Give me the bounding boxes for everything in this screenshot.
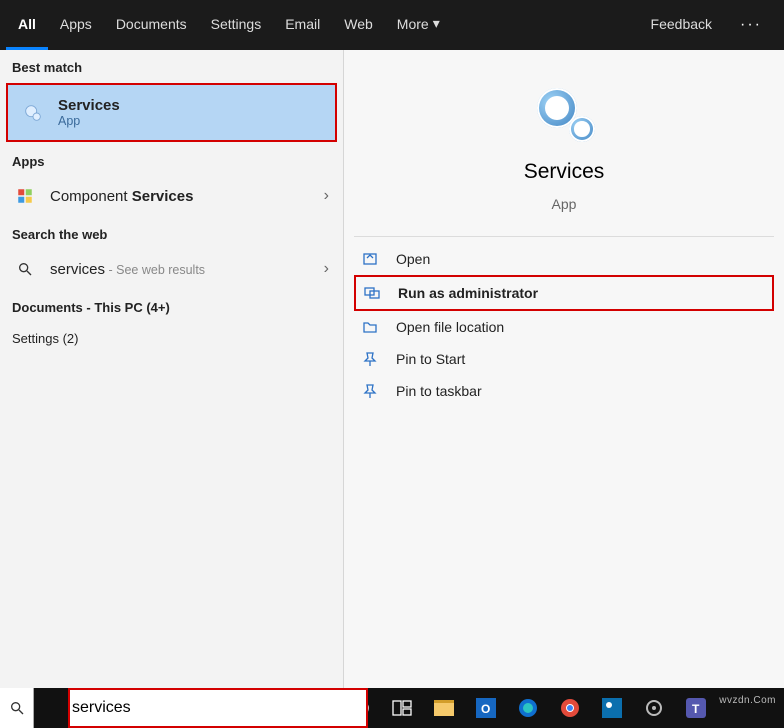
- divider: [354, 236, 774, 237]
- file-explorer-icon[interactable]: [424, 688, 464, 728]
- action-open-file-location[interactable]: Open file location: [354, 311, 774, 343]
- result-services-app[interactable]: Services App: [6, 83, 337, 142]
- tab-apps[interactable]: Apps: [48, 0, 104, 50]
- search-icon: [14, 258, 36, 280]
- chevron-right-icon: ›: [324, 187, 329, 205]
- component-icon: [14, 185, 36, 207]
- best-match-label: Best match: [0, 50, 343, 81]
- result-web-services[interactable]: services - See web results ›: [0, 248, 343, 290]
- action-run-as-administrator[interactable]: Run as administrator: [354, 275, 774, 311]
- action-open[interactable]: Open: [354, 243, 774, 275]
- services-app-icon: [529, 84, 599, 144]
- results-panel: Best match Services App Apps Component S…: [0, 50, 344, 728]
- tab-web[interactable]: Web: [332, 0, 385, 50]
- result-subtitle: App: [58, 114, 120, 128]
- more-label: More: [397, 16, 429, 32]
- open-icon: [362, 251, 380, 267]
- component-prefix: Component: [50, 188, 132, 205]
- action-label: Run as administrator: [398, 285, 538, 301]
- action-label: Pin to Start: [396, 351, 465, 367]
- tab-all[interactable]: All: [6, 0, 48, 50]
- tab-email[interactable]: Email: [273, 0, 332, 50]
- details-title: Services: [524, 160, 605, 184]
- outlook-icon[interactable]: O: [466, 688, 506, 728]
- chevron-right-icon: ›: [324, 260, 329, 278]
- action-pin-to-taskbar[interactable]: Pin to taskbar: [354, 375, 774, 407]
- photos-icon[interactable]: [592, 688, 632, 728]
- details-panel: Services App Open Run as administrator: [344, 50, 784, 728]
- watermark: wvzdn.Com: [719, 695, 776, 706]
- teams-icon[interactable]: T: [676, 688, 716, 728]
- tab-settings[interactable]: Settings: [199, 0, 274, 50]
- svg-text:T: T: [692, 702, 700, 716]
- edge-icon[interactable]: [508, 688, 548, 728]
- pin-icon: [362, 383, 380, 399]
- result-title: Services: [58, 97, 120, 114]
- folder-icon: [362, 319, 380, 335]
- documents-label[interactable]: Documents - This PC (4+): [0, 290, 343, 321]
- details-subtitle: App: [552, 196, 577, 212]
- admin-icon: [364, 285, 382, 301]
- settings-icon[interactable]: [634, 688, 674, 728]
- action-label: Open file location: [396, 319, 504, 335]
- start-button-area[interactable]: [0, 688, 34, 728]
- action-label: Open: [396, 251, 430, 267]
- caret-down-icon: ▾: [433, 15, 440, 32]
- svg-text:O: O: [481, 702, 490, 716]
- web-suffix: - See web results: [105, 263, 205, 277]
- search-input[interactable]: [70, 690, 366, 726]
- more-options-button[interactable]: ···: [724, 16, 778, 34]
- chrome-icon[interactable]: [550, 688, 590, 728]
- search-filter-tabs: All Apps Documents Settings Email Web Mo…: [0, 0, 784, 50]
- tab-documents[interactable]: Documents: [104, 0, 199, 50]
- web-term: services: [50, 261, 105, 278]
- pin-icon: [362, 351, 380, 367]
- tab-more[interactable]: More ▾: [385, 0, 452, 50]
- search-web-label: Search the web: [0, 217, 343, 248]
- taskbar-search-box[interactable]: [70, 690, 366, 726]
- gear-icon: [22, 102, 44, 124]
- settings-results-label[interactable]: Settings (2): [0, 321, 343, 352]
- result-component-services[interactable]: Component Services ›: [0, 175, 343, 217]
- action-label: Pin to taskbar: [396, 383, 482, 399]
- apps-label: Apps: [0, 144, 343, 175]
- component-bold: Services: [132, 188, 194, 205]
- task-view-icon[interactable]: [382, 688, 422, 728]
- feedback-link[interactable]: Feedback: [639, 0, 724, 50]
- action-pin-to-start[interactable]: Pin to Start: [354, 343, 774, 375]
